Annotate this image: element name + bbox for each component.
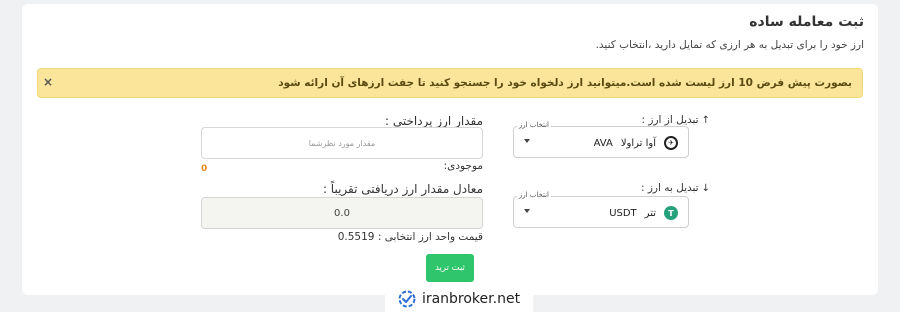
info-alert: بصورت پیش فرض 10 ارز لیست شده است.میتوان… (37, 68, 863, 98)
watermark: iranbroker.net (385, 285, 533, 312)
currency-symbol: USDT (609, 207, 637, 219)
receive-amount-label: معادل مقدار ارز دریافتی تقریباً : (322, 182, 483, 196)
submit-trade-button[interactable]: ثبت ترید (426, 254, 474, 282)
close-icon[interactable]: × (43, 75, 53, 89)
receive-amount-value: 0.0 (334, 208, 350, 219)
currency-name: تتر (644, 207, 656, 219)
check-badge-icon (398, 290, 416, 307)
ava-coin-icon: ✈ (664, 136, 678, 150)
page-title: ثبت معامله ساده (749, 14, 864, 30)
alert-text: بصورت پیش فرض 10 ارز لیست شده است.میتوان… (278, 77, 852, 89)
to-currency-select[interactable]: انتخاب ارز T تتر USDT (513, 191, 689, 228)
balance-label: موجودی: (443, 160, 483, 172)
chevron-down-icon (524, 209, 530, 213)
usdt-coin-icon: T (664, 206, 678, 220)
balance-value: 0 (201, 164, 208, 174)
receive-amount-field: 0.0 (201, 197, 483, 229)
trade-card: ثبت معامله ساده ارز خود را برای تبدیل به… (22, 4, 878, 295)
unit-price-label: قیمت واحد ارز انتخابی : 0.5519 (337, 231, 483, 243)
currency-symbol: AVA (593, 137, 613, 149)
to-currency-label: ↓تبدیل به ارز : (640, 182, 710, 194)
page-subtitle: ارز خود را برای تبدیل به هر ارزی که تمای… (595, 39, 864, 51)
select-legend: انتخاب ارز (516, 191, 551, 199)
arrow-down-icon: ↓ (701, 183, 710, 194)
from-currency-label: ↑تبدیل از ارز : (641, 114, 710, 126)
input-placeholder: مقدار مورد نظرشما (308, 139, 376, 148)
from-currency-select[interactable]: انتخاب ارز ✈ آوا تراولا AVA (513, 121, 689, 158)
currency-name: آوا تراولا (620, 137, 656, 149)
pay-amount-input[interactable]: مقدار مورد نظرشما (201, 127, 483, 159)
chevron-down-icon (524, 139, 530, 143)
arrow-up-icon: ↑ (701, 115, 710, 126)
watermark-text: iranbroker.net (421, 290, 521, 307)
pay-amount-label: مقدار ارز پرداختی : (384, 114, 483, 128)
select-legend: انتخاب ارز (516, 121, 551, 129)
